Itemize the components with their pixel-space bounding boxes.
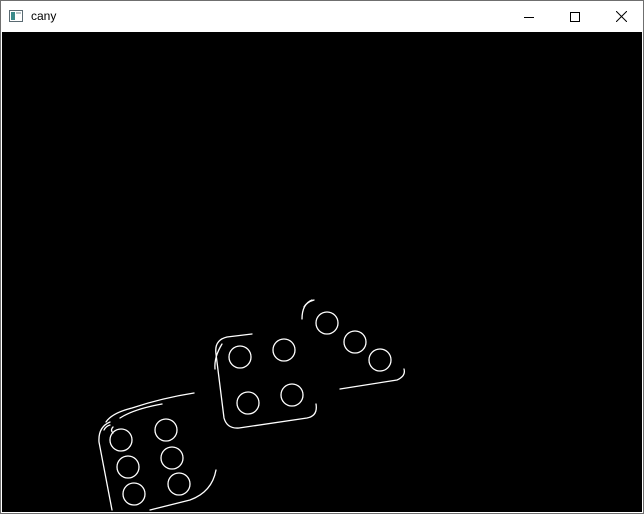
pip	[368, 348, 392, 372]
pip	[160, 446, 184, 470]
window-title: cany	[31, 9, 57, 23]
pip	[116, 455, 140, 479]
pip	[343, 330, 367, 354]
pip	[315, 311, 339, 335]
die-edge	[149, 469, 217, 511]
pip	[167, 472, 191, 496]
die-edge	[98, 421, 113, 511]
app-window: cany	[0, 0, 644, 514]
maximize-button[interactable]	[552, 1, 598, 32]
edge-image	[98, 299, 405, 511]
pip	[228, 345, 252, 369]
pip	[109, 428, 133, 452]
close-button[interactable]	[598, 1, 644, 32]
pip	[236, 391, 260, 415]
maximize-icon	[570, 11, 580, 22]
close-icon	[615, 11, 627, 22]
die-edge	[119, 403, 163, 419]
die-edge	[105, 392, 195, 423]
pip	[272, 338, 296, 362]
pip	[154, 418, 178, 442]
pip	[280, 383, 304, 407]
minimize-button[interactable]	[506, 1, 552, 32]
title-bar[interactable]: cany	[1, 1, 643, 32]
app-icon	[9, 10, 23, 22]
die-edge	[339, 368, 405, 390]
minimize-icon	[524, 16, 534, 18]
pip	[122, 482, 146, 506]
image-canvas	[2, 32, 642, 512]
die-edge	[215, 333, 317, 429]
